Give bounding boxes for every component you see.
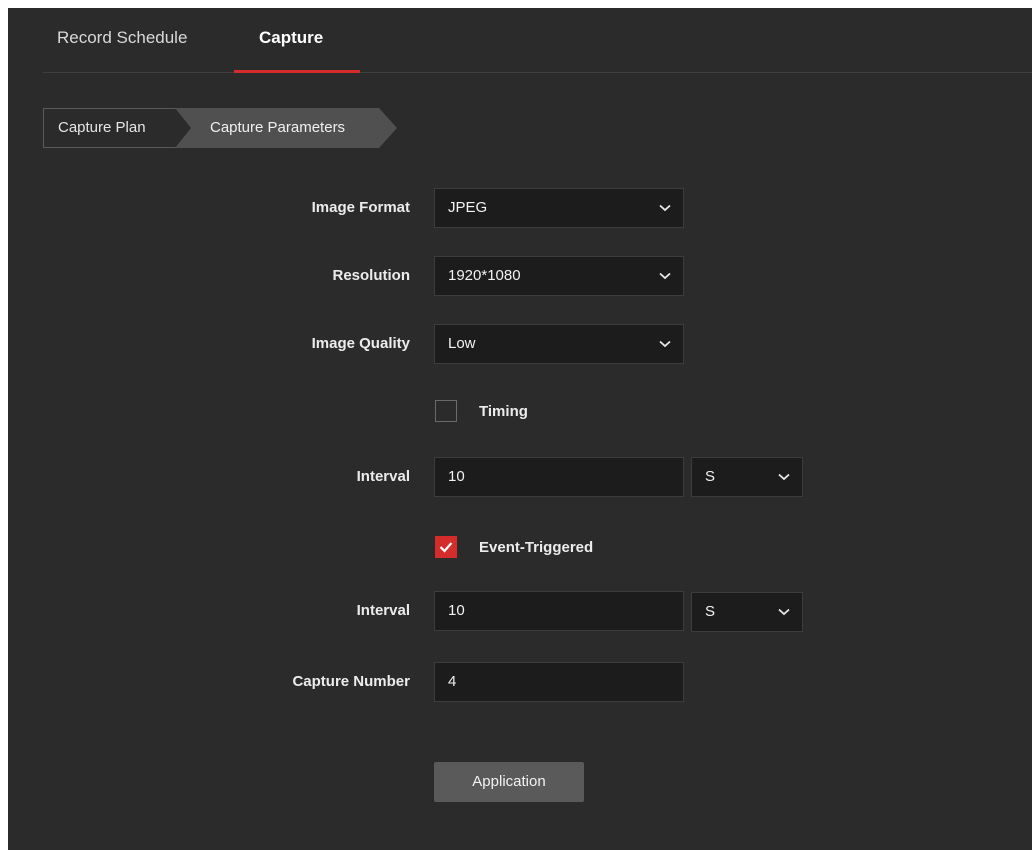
tab-capture[interactable]: Capture [259,28,323,48]
resolution-value: 1920*1080 [448,267,521,284]
event-interval-label: Interval [356,602,410,619]
timing-label: Timing [479,403,528,420]
capture-number-label: Capture Number [292,673,410,690]
event-interval-unit-value: S [705,603,716,620]
step-capture-parameters-label: Capture Parameters [210,119,346,136]
capture-settings-panel: Record Schedule Capture Capture Plan Cap… [8,8,1032,850]
image-format-select[interactable]: JPEG [434,188,684,228]
event-triggered-checkbox[interactable] [435,536,457,558]
timing-checkbox[interactable] [435,400,457,422]
capture-number-value: 4 [448,673,457,690]
chevron-down-icon [778,608,790,616]
step-capture-parameters[interactable]: Capture Parameters [175,108,397,148]
image-format-label: Image Format [311,199,410,216]
image-quality-value: Low [448,335,476,352]
event-interval-value: 10 [448,602,465,619]
application-button[interactable]: Application [434,762,584,802]
timing-interval-input[interactable]: 10 [434,457,684,497]
checkmark-icon [439,542,453,553]
image-quality-label: Image Quality [311,335,410,352]
event-interval-input[interactable]: 10 [434,591,684,631]
event-interval-unit-select[interactable]: S [691,592,803,632]
active-tab-indicator [234,70,360,73]
image-format-value: JPEG [448,199,488,216]
chevron-down-icon [659,272,671,280]
resolution-label: Resolution [332,267,411,284]
image-quality-select[interactable]: Low [434,324,684,364]
chevron-down-icon [778,473,790,481]
capture-number-input[interactable]: 4 [434,662,684,702]
timing-interval-label: Interval [356,468,410,485]
event-triggered-label: Event-Triggered [479,539,594,556]
timing-interval-unit-value: S [705,468,716,485]
chevron-down-icon [659,340,671,348]
tab-record-schedule[interactable]: Record Schedule [57,28,187,48]
timing-interval-value: 10 [448,468,465,485]
chevron-down-icon [659,204,671,212]
tab-bar: Record Schedule Capture [43,8,1032,73]
resolution-select[interactable]: 1920*1080 [434,256,684,296]
timing-interval-unit-select[interactable]: S [691,457,803,497]
